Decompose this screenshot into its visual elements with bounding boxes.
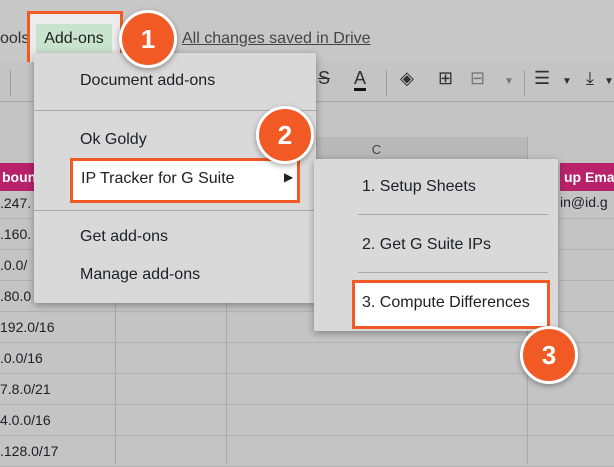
menu-item-ip-tracker-label: IP Tracker for G Suite [81,170,235,187]
toolbar-divider [524,70,525,96]
header-cell-email[interactable]: up Ema [560,163,614,191]
table-row: .128.0/17 [0,436,614,467]
menu-item-manage-addons[interactable]: Manage add-ons [80,266,200,284]
menu-item-ok-goldy[interactable]: Ok Goldy [80,131,147,149]
cell-a[interactable]: 4.0.0/16 [0,405,115,436]
menu-tools[interactable]: ools [0,30,29,48]
submenu-arrow-icon: ▶ [284,170,294,184]
merge-cells-icon[interactable]: ⊟ [470,68,485,89]
text-color-icon[interactable]: A [354,68,367,91]
strikethrough-icon[interactable]: S [318,68,330,89]
save-status-link[interactable]: All changes saved in Drive [182,30,371,48]
table-row: 4.0.0/16 [0,405,614,436]
step-callout-2: 2 [256,106,314,164]
menu-item-compute-differences-label: 3. Compute Differences [362,294,530,311]
chevron-down-icon[interactable]: ▼ [504,76,514,87]
menu-item-get-gsuite-ips[interactable]: 2. Get G Suite IPs [362,236,491,254]
table-row: 7.8.0/21 [0,374,614,405]
valign-bottom-icon[interactable]: ⤓ [586,68,594,89]
menu-addons[interactable]: Add-ons [36,24,112,54]
toolbar-divider [10,70,11,96]
menu-item-setup-sheets[interactable]: 1. Setup Sheets [362,178,476,196]
cell-a[interactable]: 7.8.0/21 [0,374,115,405]
borders-icon[interactable]: ⊞ [438,68,453,89]
menu-item-get-addons[interactable]: Get add-ons [80,228,168,246]
menu-divider [358,272,548,273]
cell-a[interactable]: .0.0/16 [0,343,115,374]
menu-divider [358,214,548,215]
cell-a[interactable]: 192.0/16 [0,312,115,343]
fill-color-icon[interactable]: ◈ [400,68,414,89]
cell-a[interactable]: .128.0/17 [0,436,115,467]
chevron-down-icon[interactable]: ▼ [604,76,614,87]
step-callout-1: 1 [119,10,177,68]
step-callout-3: 3 [520,326,578,384]
menu-item-document-addons[interactable]: Document add-ons [80,72,215,90]
menu-divider [34,210,316,211]
toolbar-divider [386,70,387,96]
align-left-icon[interactable]: ☰ [534,68,550,89]
chevron-down-icon[interactable]: ▼ [562,76,572,87]
